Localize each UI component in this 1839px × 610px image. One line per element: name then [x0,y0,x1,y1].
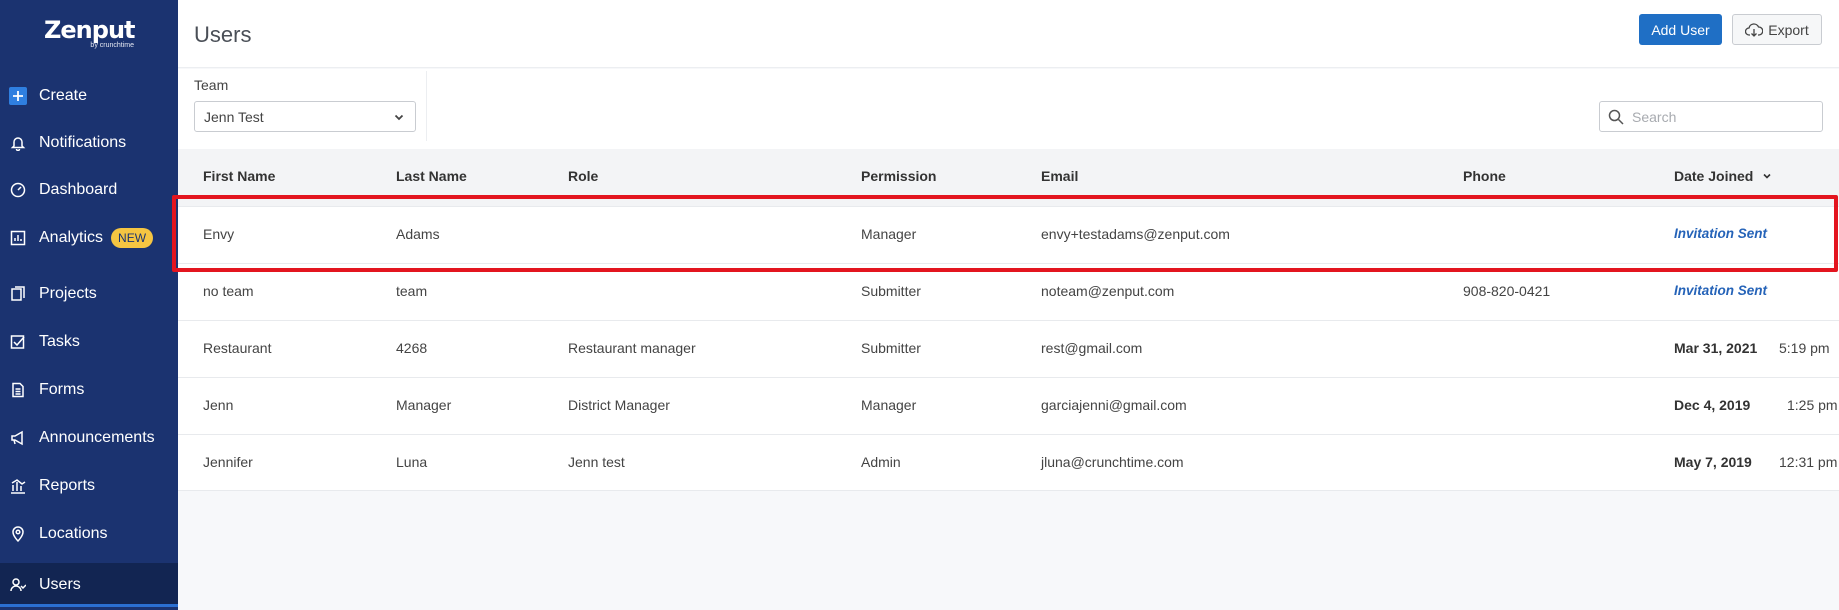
cell-first-name: Jennifer [203,454,253,470]
cell-time-joined: 1:25 pm [1787,397,1838,413]
export-label: Export [1768,21,1809,38]
cell-permission: Admin [861,454,901,470]
projects-icon [9,285,27,303]
analytics-icon [9,229,27,247]
cell-email: rest@gmail.com [1041,340,1143,356]
sidebar-item-label: Create [39,87,88,104]
cell-first-name: no team [203,283,254,299]
cell-time-joined: 12:31 pm [1779,454,1838,470]
plus-icon [9,87,27,105]
table-bottom-border [178,490,1839,491]
page-header: Users Add User Export [178,0,1839,68]
cell-date-joined: May 7, 2019 [1674,454,1752,470]
cell-last-name: Manager [396,397,452,413]
cell-date-joined: Dec 4, 2019 [1674,397,1751,413]
column-header-date-joined-label: Date Joined [1674,168,1754,184]
sidebar-item-users[interactable]: Users [0,563,178,607]
dashboard-icon [9,181,27,199]
sidebar-item-label: Notifications [39,134,127,151]
forms-icon [9,381,27,399]
users-icon [9,576,27,594]
sidebar-item-forms[interactable]: Forms [0,368,178,412]
filter-bar: Team Jenn Test [178,69,1839,149]
team-select-value: Jenn Test [204,108,264,125]
cell-email: garciajenni@gmail.com [1041,397,1187,413]
sidebar-item-locations[interactable]: Locations [0,512,178,556]
team-label: Team [194,77,229,93]
logo-brand: Zenput [44,16,136,44]
add-user-button[interactable]: Add User [1639,14,1722,45]
sidebar-item-reports[interactable]: Reports [0,464,178,508]
table-row[interactable]: Jenn Manager District Manager Manager ga… [178,377,1839,434]
search-input[interactable] [1632,108,1812,125]
team-select[interactable]: Jenn Test [194,101,416,132]
sidebar-item-label: Analytics [39,229,104,246]
sidebar-item-label: Forms [39,381,85,398]
zenput-logo[interactable]: Zenput by crunchtime [44,16,136,56]
sidebar-item-dashboard[interactable]: Dashboard [0,168,178,212]
cell-permission: Submitter [861,340,921,356]
sidebar-item-label: Dashboard [39,181,118,198]
page-title: Users [194,22,252,47]
table-row[interactable]: Jennifer Luna Jenn test Admin jluna@crun… [178,434,1839,491]
new-badge: NEW [111,228,154,248]
cell-invitation-status[interactable]: Invitation Sent [1674,283,1767,298]
sidebar-item-tasks[interactable]: Tasks [0,320,178,364]
cell-last-name: team [396,283,428,299]
row-highlight-annotation [172,195,1838,272]
sort-chevron-down-icon [1763,173,1771,179]
sidebar-item-label: Users [39,576,81,593]
cell-role: District Manager [568,397,670,413]
cell-email: jluna@crunchtime.com [1041,454,1184,470]
column-header-date-joined[interactable]: Date Joined [1674,168,1772,184]
sidebar-item-label: Announcements [39,429,155,446]
cell-first-name: Restaurant [203,340,272,356]
cell-email: noteam@zenput.com [1041,283,1175,299]
cell-role: Jenn test [568,454,625,470]
column-header-email[interactable]: Email [1041,168,1078,184]
reports-icon [9,477,27,495]
sidebar-item-announcements[interactable]: Announcements [0,416,178,460]
cell-date-joined: Mar 31, 2021 [1674,340,1758,356]
chevron-down-icon [394,114,404,121]
sidebar-item-label: Reports [39,477,96,494]
cell-last-name: 4268 [396,340,428,356]
location-pin-icon [9,525,27,543]
sidebar-item-create[interactable]: Create [0,74,178,118]
search-box[interactable] [1599,101,1823,132]
cell-time-joined: 5:19 pm [1779,340,1830,356]
sidebar: Zenput by crunchtime Create Notification… [0,0,178,610]
search-icon [1608,109,1624,125]
sidebar-item-notifications[interactable]: Notifications [0,121,178,165]
column-header-permission[interactable]: Permission [861,168,936,184]
table-row[interactable]: Restaurant 4268 Restaurant manager Submi… [178,320,1839,377]
sidebar-item-label: Tasks [39,333,80,350]
cell-permission: Submitter [861,283,921,299]
column-header-phone[interactable]: Phone [1463,168,1506,184]
sidebar-item-analytics[interactable]: Analytics NEW [0,216,178,260]
column-header-role[interactable]: Role [568,168,598,184]
export-button[interactable]: Export [1732,14,1822,45]
megaphone-icon [9,429,27,447]
column-header-last-name[interactable]: Last Name [396,168,467,184]
cell-phone: 908-820-0421 [1463,283,1551,299]
sidebar-item-label: Locations [39,525,108,542]
sidebar-item-projects[interactable]: Projects [0,272,178,316]
cell-first-name: Jenn [203,397,234,413]
sidebar-item-label: Projects [39,285,97,302]
cell-last-name: Luna [396,454,428,470]
cloud-download-icon [1745,22,1764,37]
column-header-first-name[interactable]: First Name [203,168,275,184]
filter-divider [426,71,427,141]
tasks-icon [9,333,27,351]
cell-permission: Manager [861,397,917,413]
cell-role: Restaurant manager [568,340,696,356]
bell-icon [9,134,27,152]
